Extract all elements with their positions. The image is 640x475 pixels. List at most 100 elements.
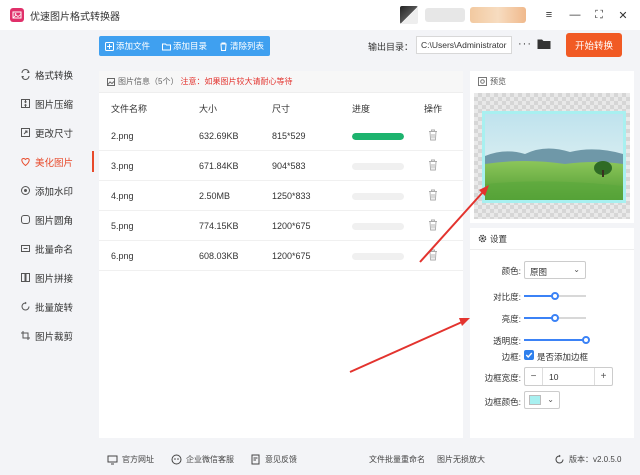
add-file-icon [105, 41, 114, 51]
plus-icon[interactable]: + [594, 368, 612, 385]
add-folder-label: 添加目录 [173, 41, 208, 51]
color-mode-select[interactable]: 原图 ⌄ [524, 261, 586, 279]
delete-icon[interactable] [428, 249, 438, 261]
border-color-picker[interactable]: ⌄ [524, 391, 560, 409]
border-width-label: 边框宽度: [484, 373, 521, 383]
sidebar-item-resize[interactable]: 更改尺寸 [0, 118, 94, 147]
maximize-icon[interactable]: ⛶ [590, 6, 608, 24]
preview-icon [478, 76, 487, 86]
brightness-slider-thumb[interactable] [551, 314, 559, 322]
color-label: 颜色: [501, 266, 521, 276]
sidebar-item-rotate[interactable]: 批量旋转 [0, 292, 94, 321]
opacity-slider-thumb[interactable] [582, 336, 590, 344]
sidebar: 格式转换 图片压缩 更改尺寸 美化图片 添加水印 图片圆角 批量命名 图片拼接 … [0, 60, 94, 350]
file-count: （5个） [150, 77, 179, 86]
start-convert-button[interactable]: 开始转换 [566, 33, 622, 57]
border-checkbox[interactable] [524, 350, 534, 360]
check-icon [525, 352, 533, 359]
col-progress: 进度 [352, 104, 371, 114]
resize-icon [20, 127, 31, 138]
gear-icon [478, 234, 487, 243]
col-name: 文件名称 [111, 104, 148, 114]
preview-panel: 预览 [470, 71, 634, 223]
app-logo-icon [10, 8, 24, 22]
feedback-label: 意见反馈 [265, 455, 297, 464]
sidebar-item-compress[interactable]: 图片压缩 [0, 89, 94, 118]
browse-more-button[interactable]: ··· [518, 38, 532, 50]
file-dims: 1200*675 [272, 221, 311, 231]
file-size: 608.03KB [199, 251, 239, 261]
watermark-icon [20, 185, 31, 196]
wechat-service-link[interactable]: 企业微信客服 [171, 454, 234, 465]
contrast-slider-thumb[interactable] [551, 292, 559, 300]
sidebar-item-batch-rename[interactable]: 批量命名 [0, 234, 94, 263]
stitch-icon [20, 272, 31, 283]
setting-border-color: 边框颜色: ⌄ [470, 391, 634, 410]
add-file-button[interactable]: 添加文件 [99, 36, 156, 56]
table-row[interactable]: 6.png 608.03KB 1200*675 [99, 241, 463, 271]
opacity-slider-fill [524, 339, 586, 341]
website-link[interactable]: 官方网址 [107, 454, 154, 465]
clear-list-label: 清除列表 [230, 41, 265, 51]
delete-icon[interactable] [428, 129, 438, 141]
progress-bar [352, 163, 404, 170]
sidebar-item-format-convert[interactable]: 格式转换 [0, 60, 94, 89]
file-dims: 815*529 [272, 131, 306, 141]
lossless-enlarge-link[interactable]: 图片无损放大 [437, 454, 485, 465]
crop-icon [20, 330, 31, 341]
file-size: 632.69KB [199, 131, 239, 141]
minus-icon[interactable]: − [525, 368, 543, 385]
border-width-stepper[interactable]: − 10 + [524, 367, 613, 386]
sidebar-item-beautify[interactable]: 美化图片 [0, 147, 94, 176]
wechat-icon [171, 454, 182, 465]
add-folder-button[interactable]: 添加目录 [156, 36, 213, 56]
notice-text: 注意：如果图片较大请耐心等待 [180, 77, 293, 86]
delete-icon[interactable] [428, 159, 438, 171]
batch-rename-link[interactable]: 文件批量重命名 [369, 454, 425, 465]
setting-border: 边框: 是否添加边框 [470, 347, 634, 365]
brightness-slider[interactable] [524, 314, 586, 322]
wechat-label: 企业微信客服 [186, 455, 234, 464]
table-row[interactable]: 5.png 774.15KB 1200*675 [99, 211, 463, 241]
lossless-label: 图片无损放大 [437, 455, 485, 464]
delete-icon[interactable] [428, 219, 438, 231]
setting-color: 颜色: 原图 ⌄ [470, 261, 634, 279]
file-name: 4.png [111, 191, 134, 201]
opacity-slider[interactable] [524, 336, 590, 344]
file-list-title: 图片信息 [118, 77, 150, 86]
col-dims: 尺寸 [272, 104, 291, 114]
border-width-value[interactable]: 10 [549, 372, 558, 382]
table-row[interactable]: 2.png 632.69KB 815*529 [99, 121, 463, 151]
user-name-blurred [425, 8, 465, 22]
open-folder-icon[interactable] [537, 38, 551, 50]
feedback-link[interactable]: 意见反馈 [250, 454, 297, 465]
contrast-slider[interactable] [524, 292, 586, 300]
file-dims: 1200*675 [272, 251, 311, 261]
vip-badge-blurred[interactable] [470, 7, 526, 23]
avatar[interactable] [400, 6, 418, 24]
opacity-label: 透明度: [493, 336, 521, 346]
clear-list-button[interactable]: 清除列表 [213, 36, 270, 56]
table-row[interactable]: 4.png 2.50MB 1250*833 [99, 181, 463, 211]
sidebar-item-crop[interactable]: 图片裁剪 [0, 321, 94, 350]
sidebar-item-rounded-corner[interactable]: 图片圆角 [0, 205, 94, 234]
border-color-label: 边框颜色: [484, 397, 521, 407]
table-row[interactable]: 3.png 671.84KB 904*583 [99, 151, 463, 181]
monitor-icon [107, 455, 118, 465]
sidebar-item-label: 添加水印 [35, 186, 74, 198]
file-name: 6.png [111, 251, 134, 261]
progress-bar [352, 253, 404, 260]
trash-icon [220, 42, 227, 51]
sidebar-item-label: 图片裁剪 [35, 331, 74, 343]
close-icon[interactable]: ✕ [614, 6, 632, 24]
chevron-down-icon: ⌄ [547, 395, 554, 404]
file-size: 671.84KB [199, 161, 239, 171]
delete-icon[interactable] [428, 189, 438, 201]
menu-icon[interactable]: ≡ [540, 6, 558, 24]
progress-bar [352, 223, 404, 230]
sidebar-item-watermark[interactable]: 添加水印 [0, 176, 94, 205]
minimize-icon[interactable]: — [566, 6, 584, 24]
setting-brightness: 亮度: [470, 309, 634, 327]
output-path-field[interactable]: C:\Users\Administrator [416, 36, 512, 54]
sidebar-item-stitch[interactable]: 图片拼接 [0, 263, 94, 292]
